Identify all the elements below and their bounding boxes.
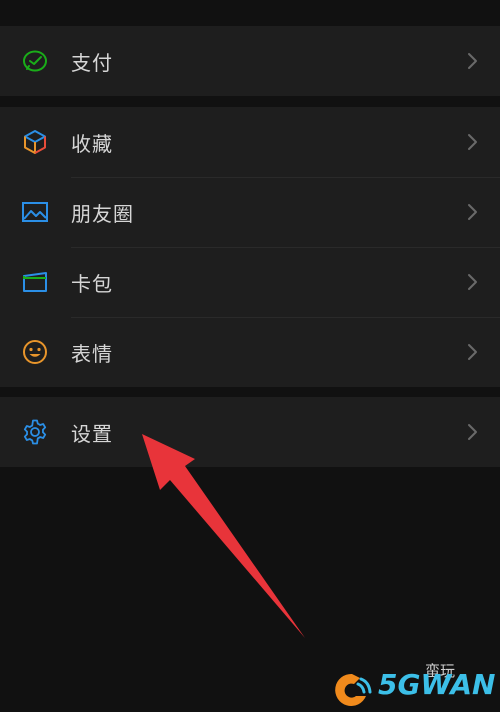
watermark-logo: 蛮玩 5GWAN (330, 662, 500, 712)
watermark-brand: 5GWAN (378, 668, 496, 701)
red-arrow-annotation (142, 434, 305, 638)
me-page: 支付 收藏 朋友圈 卡包 表情 设置 蛮玩 5GWAN (0, 0, 500, 712)
logo-icon (335, 673, 372, 706)
